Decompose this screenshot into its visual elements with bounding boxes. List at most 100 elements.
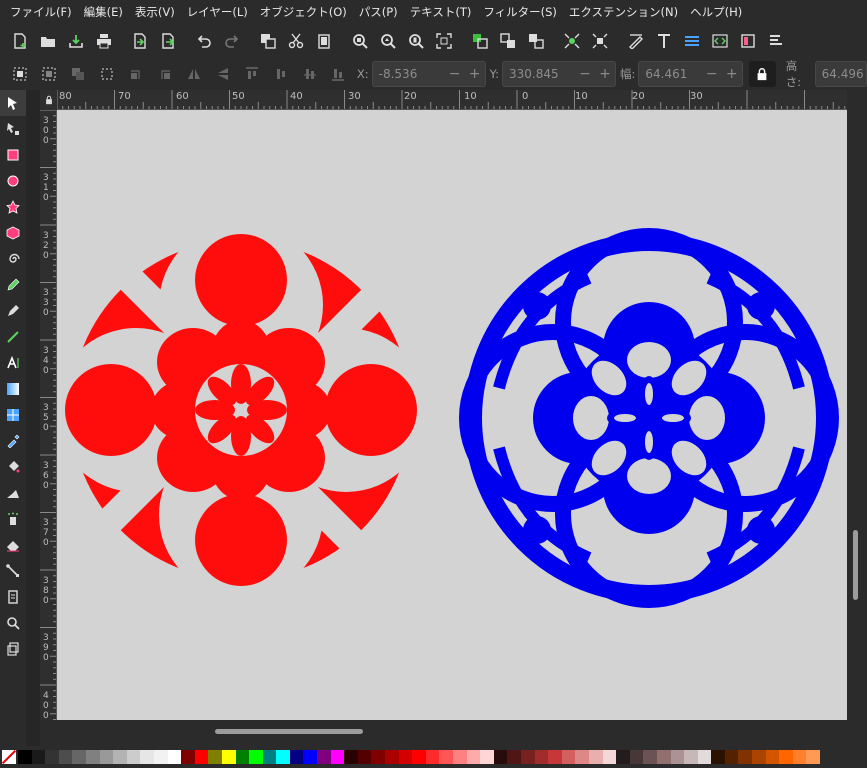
menu-filter[interactable]: フィルター(S) bbox=[477, 0, 563, 24]
flip-vertical-button[interactable] bbox=[208, 60, 237, 88]
print-button[interactable] bbox=[90, 27, 118, 55]
color-swatch[interactable] bbox=[670, 750, 685, 764]
color-swatch[interactable] bbox=[18, 750, 32, 764]
paste-button[interactable] bbox=[310, 27, 338, 55]
ungroup-button[interactable] bbox=[494, 27, 522, 55]
y-field[interactable]: 330.845 − + bbox=[502, 61, 617, 87]
color-swatch[interactable] bbox=[58, 750, 73, 764]
color-swatch[interactable] bbox=[752, 750, 766, 764]
color-swatch[interactable] bbox=[249, 750, 263, 764]
tweak-tool[interactable] bbox=[0, 480, 26, 506]
duplicate-button[interactable] bbox=[254, 27, 282, 55]
color-swatch[interactable] bbox=[711, 750, 725, 764]
color-swatch[interactable] bbox=[85, 750, 100, 764]
color-swatch[interactable] bbox=[208, 750, 222, 764]
menu-extensions[interactable]: エクステンション(N) bbox=[563, 0, 684, 24]
flip-horizontal-button[interactable] bbox=[179, 60, 208, 88]
color-swatch[interactable] bbox=[371, 750, 386, 764]
bbox-snap-button[interactable] bbox=[586, 27, 614, 55]
no-color-swatch[interactable] bbox=[2, 750, 16, 764]
rectangle-tool[interactable] bbox=[0, 142, 26, 168]
x-field[interactable]: -8.536 − + bbox=[371, 61, 486, 87]
objects-button[interactable] bbox=[734, 27, 762, 55]
open-file-button[interactable] bbox=[34, 27, 62, 55]
y-stepper[interactable]: − + bbox=[575, 66, 615, 82]
import-bitmap-button[interactable] bbox=[126, 27, 154, 55]
color-swatch[interactable] bbox=[140, 750, 154, 764]
horizontal-ruler[interactable]: 80 70 60 50 40 30 20 10 0 10 20 30 bbox=[57, 90, 847, 110]
color-swatch[interactable] bbox=[126, 750, 141, 764]
plus-icon[interactable]: + bbox=[469, 66, 481, 82]
3d-box-tool[interactable] bbox=[0, 220, 26, 246]
rotate-cw-button[interactable] bbox=[151, 60, 180, 88]
color-swatch[interactable] bbox=[194, 750, 209, 764]
color-swatch[interactable] bbox=[643, 750, 657, 764]
color-swatch[interactable] bbox=[453, 750, 467, 764]
pen-tool[interactable] bbox=[0, 298, 26, 324]
red-emblem[interactable] bbox=[54, 223, 428, 597]
color-swatch[interactable] bbox=[765, 750, 780, 764]
x-stepper[interactable]: − + bbox=[445, 66, 485, 82]
clone-button[interactable] bbox=[522, 27, 550, 55]
vertical-ruler[interactable]: 3 0 0 3 1 0 3 2 0 3 3 0 3 4 0 3 5 0 3 6 … bbox=[40, 110, 57, 720]
color-swatch[interactable] bbox=[534, 750, 549, 764]
raise-top-button[interactable] bbox=[237, 60, 266, 88]
color-swatch[interactable] bbox=[276, 750, 290, 764]
menu-layer[interactable]: レイヤー(L) bbox=[181, 0, 254, 24]
zoom-fit-button[interactable] bbox=[430, 27, 458, 55]
node-snap-button[interactable] bbox=[558, 27, 586, 55]
drawing-canvas[interactable] bbox=[54, 110, 847, 720]
pages-tool[interactable] bbox=[0, 584, 26, 610]
paint-bucket-tool[interactable] bbox=[0, 454, 26, 480]
plus-icon[interactable]: + bbox=[599, 66, 611, 82]
ruler-corner[interactable] bbox=[40, 90, 57, 110]
color-swatch[interactable] bbox=[792, 750, 807, 764]
color-swatch[interactable] bbox=[357, 750, 372, 764]
gradient-tool[interactable] bbox=[0, 376, 26, 402]
color-swatch[interactable] bbox=[317, 750, 331, 764]
menu-text[interactable]: テキスト(T) bbox=[404, 0, 478, 24]
import-button[interactable] bbox=[62, 27, 90, 55]
zoom-drawing-button[interactable] bbox=[374, 27, 402, 55]
color-swatch[interactable] bbox=[31, 750, 46, 764]
zoom-tool[interactable] bbox=[0, 610, 26, 636]
color-swatch[interactable] bbox=[439, 750, 453, 764]
selector-tool[interactable] bbox=[0, 90, 26, 116]
lower-bottom-button[interactable] bbox=[324, 60, 353, 88]
select-all-layers-button[interactable] bbox=[35, 60, 64, 88]
color-swatch[interactable] bbox=[167, 750, 182, 764]
color-swatch[interactable] bbox=[779, 750, 793, 764]
color-swatch[interactable] bbox=[629, 750, 644, 764]
layers-button[interactable] bbox=[678, 27, 706, 55]
export-button[interactable] bbox=[154, 27, 182, 55]
color-swatch[interactable] bbox=[262, 750, 277, 764]
deselect-button[interactable] bbox=[64, 60, 93, 88]
color-swatch[interactable] bbox=[480, 750, 494, 764]
color-swatch[interactable] bbox=[99, 750, 114, 764]
color-swatch[interactable] bbox=[398, 750, 413, 764]
width-field[interactable]: 64.461 − + bbox=[638, 61, 743, 87]
blue-emblem[interactable] bbox=[459, 228, 839, 608]
color-swatch[interactable] bbox=[412, 750, 426, 764]
menu-edit[interactable]: 編集(E) bbox=[78, 0, 129, 24]
horizontal-scrollbar[interactable] bbox=[57, 720, 847, 746]
minus-icon[interactable]: − bbox=[449, 66, 461, 82]
menu-help[interactable]: ヘルプ(H) bbox=[684, 0, 748, 24]
rotate-ccw-button[interactable] bbox=[122, 60, 151, 88]
color-swatch[interactable] bbox=[466, 750, 481, 764]
color-swatch[interactable] bbox=[561, 750, 576, 764]
group-button[interactable] bbox=[466, 27, 494, 55]
color-swatch[interactable] bbox=[684, 750, 698, 764]
pencil-tool[interactable] bbox=[0, 272, 26, 298]
spiral-tool[interactable] bbox=[0, 246, 26, 272]
color-swatch[interactable] bbox=[697, 750, 712, 764]
eraser-tool[interactable] bbox=[0, 532, 26, 558]
color-swatch[interactable] bbox=[507, 750, 521, 764]
color-swatch[interactable] bbox=[425, 750, 440, 764]
horizontal-scroll-thumb[interactable] bbox=[215, 729, 363, 734]
lower-button[interactable] bbox=[295, 60, 324, 88]
color-swatch[interactable] bbox=[289, 750, 304, 764]
raise-button[interactable] bbox=[266, 60, 295, 88]
node-tool[interactable] bbox=[0, 116, 26, 142]
spray-tool[interactable] bbox=[0, 506, 26, 532]
